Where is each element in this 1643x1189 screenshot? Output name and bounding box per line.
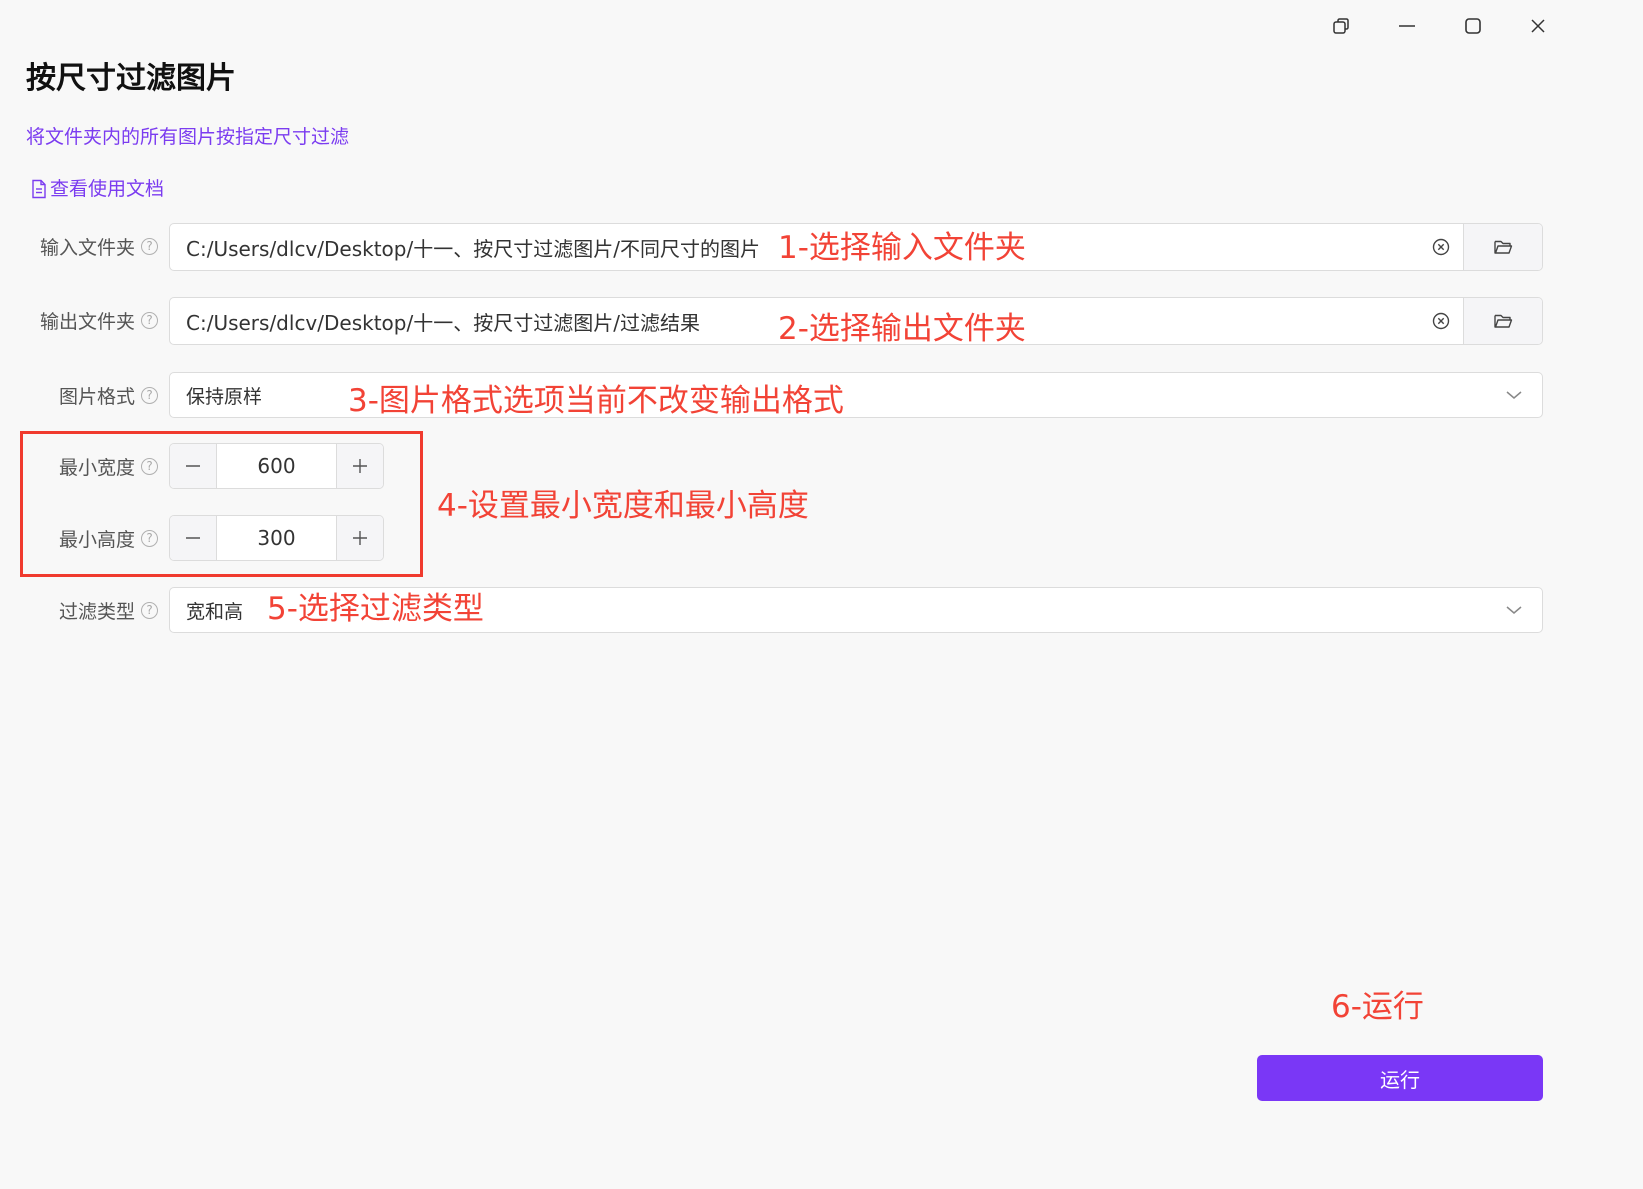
page-subtitle: 将文件夹内的所有图片按指定尺寸过滤 — [26, 126, 350, 148]
output-folder-label-group: 输出文件夹 ? — [40, 306, 158, 334]
view-docs-link[interactable]: 查看使用文档 — [30, 175, 164, 203]
help-icon[interactable]: ? — [141, 311, 158, 329]
filter-type-label: 过滤类型 — [58, 600, 135, 623]
clear-circle-icon — [1431, 311, 1451, 331]
clear-circle-icon — [1431, 237, 1451, 257]
output-folder-label: 输出文件夹 — [39, 310, 135, 333]
input-folder-label-group: 输入文件夹 ? — [40, 232, 158, 260]
input-folder-label: 输入文件夹 — [39, 236, 135, 259]
restore-window-icon[interactable] — [1324, 12, 1358, 40]
filter-type-label-group: 过滤类型 ? — [59, 596, 158, 624]
folder-open-icon — [1493, 312, 1513, 330]
page-title: 按尺寸过滤图片 — [26, 61, 236, 96]
browse-output-folder-button[interactable] — [1463, 298, 1542, 344]
view-docs-label: 查看使用文档 — [50, 178, 165, 200]
annotation-step-5: 5-选择过滤类型 — [267, 591, 484, 627]
document-icon — [30, 179, 48, 199]
annotation-step-1: 1-选择输入文件夹 — [778, 230, 1026, 266]
folder-open-icon — [1493, 238, 1513, 256]
clear-output-folder-button[interactable] — [1419, 298, 1463, 344]
annotation-step-3: 3-图片格式选项当前不改变输出格式 — [348, 383, 844, 419]
annotation-step-4: 4-设置最小宽度和最小高度 — [437, 488, 809, 524]
run-button[interactable]: 运行 — [1257, 1055, 1543, 1101]
close-icon[interactable] — [1521, 12, 1555, 40]
chevron-down-icon — [1486, 604, 1542, 616]
browse-input-folder-button[interactable] — [1463, 224, 1542, 270]
chevron-down-icon — [1486, 389, 1542, 401]
annotation-step-2: 2-选择输出文件夹 — [778, 311, 1026, 347]
help-icon[interactable]: ? — [141, 237, 158, 255]
annotation-step-6: 6-运行 — [1331, 989, 1424, 1025]
image-format-label: 图片格式 — [58, 385, 135, 408]
help-icon[interactable]: ? — [141, 386, 158, 404]
maximize-icon[interactable] — [1456, 12, 1490, 40]
minimize-icon[interactable] — [1390, 12, 1424, 40]
image-format-label-group: 图片格式 ? — [59, 381, 158, 409]
highlight-box — [20, 431, 423, 577]
help-icon[interactable]: ? — [141, 601, 158, 619]
clear-input-folder-button[interactable] — [1419, 224, 1463, 270]
